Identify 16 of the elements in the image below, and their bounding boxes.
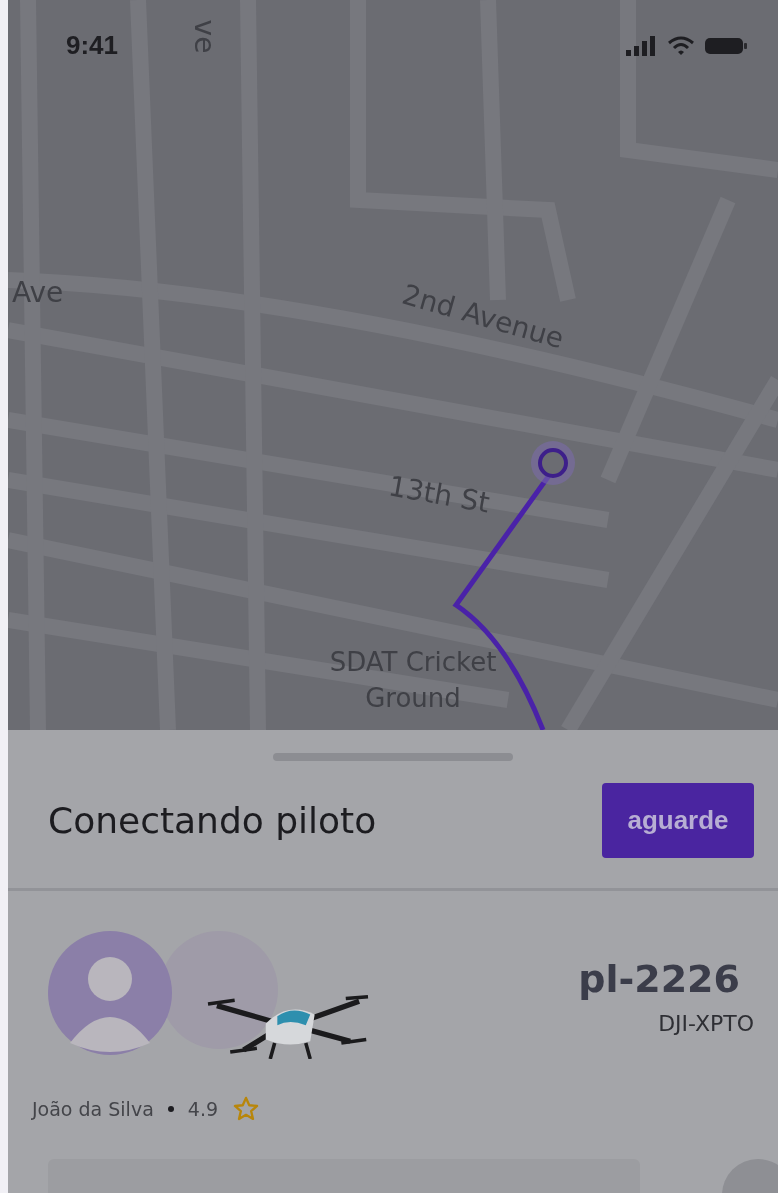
map-label: 13th St [385,469,493,520]
wifi-icon [668,35,694,56]
separator-dot [167,1106,174,1112]
drone-model: DJI-XPTO [658,1011,754,1036]
map-label: Ave [12,276,64,309]
pilot-rating: 4.9 [187,1098,218,1120]
status-button[interactable]: aguarde [602,783,754,858]
drone-code: pl-2226 [578,957,740,1001]
pilot-name: João da Silva [32,1098,154,1120]
battery-icon [704,35,748,56]
sheet-handle[interactable] [273,753,513,761]
destination-marker-icon [531,441,575,485]
status-time: 9:41 [66,30,119,61]
signal-icon [626,35,658,56]
star-icon [232,1095,260,1123]
sheet-title: Conectando piloto [48,800,377,841]
